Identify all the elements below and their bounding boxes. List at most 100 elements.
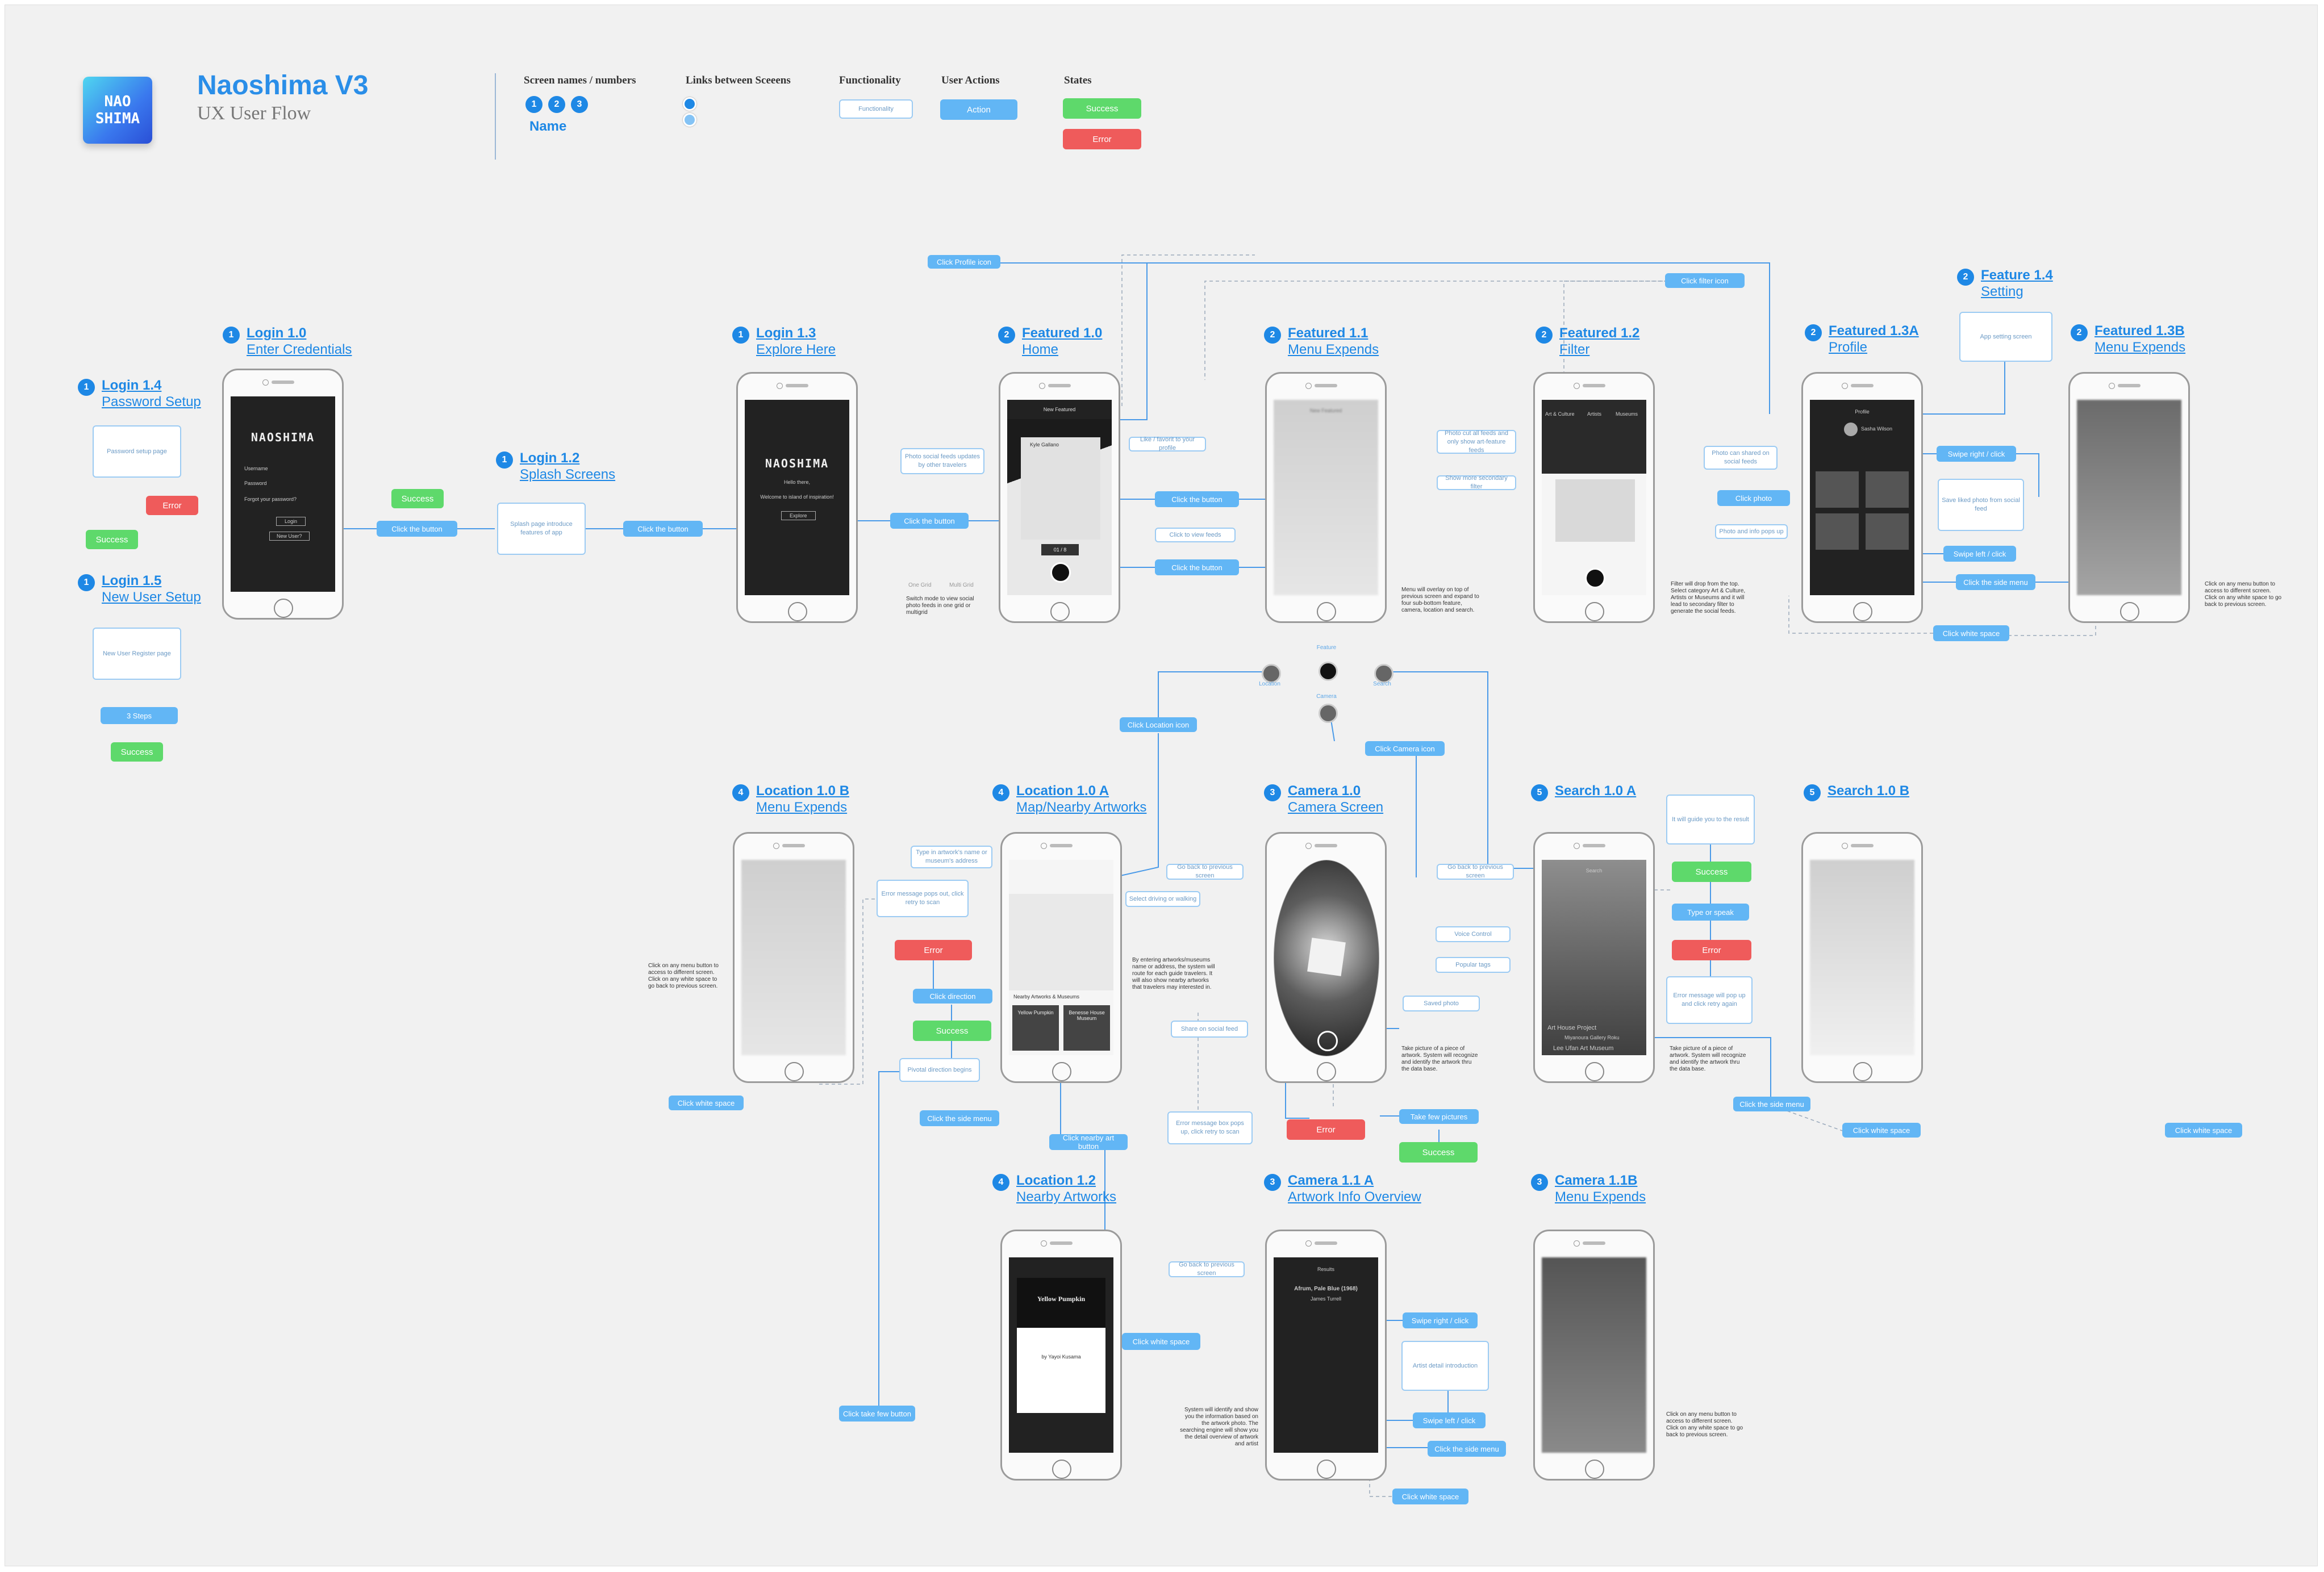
note-multi-grid: Multi Grid — [949, 582, 974, 588]
shutter-button[interactable] — [1317, 1031, 1338, 1051]
flow-connector — [1390, 671, 1542, 869]
feed-pager[interactable]: 01 / 8 — [1041, 544, 1079, 555]
explore-button[interactable]: Explore — [781, 511, 816, 520]
search-result[interactable]: Art House Project — [1547, 1025, 1596, 1031]
phone-camera-1-1b — [1533, 1230, 1655, 1481]
functionality-box: New User Register page — [93, 628, 181, 680]
home-button[interactable] — [1052, 1062, 1071, 1081]
screen-header: Results — [1317, 1266, 1334, 1272]
note-camera: Take picture of a piece of artwork. Syst… — [1401, 1046, 1478, 1072]
home-button[interactable] — [1585, 1460, 1604, 1479]
phone-location-1-2: Yellow Pumpkin by Yayoi Kusama — [1000, 1230, 1122, 1481]
success-state: Success — [1399, 1142, 1478, 1163]
menu-fab[interactable] — [1050, 562, 1071, 583]
action-box: Click white space — [1933, 625, 2009, 641]
success-state: Success — [86, 530, 138, 549]
search-result[interactable]: Miyanoura Gallery Roku — [1564, 1035, 1620, 1040]
location-icon-label: Location — [1259, 681, 1280, 687]
action-box: Click the button — [1155, 559, 1239, 575]
home-button[interactable] — [1853, 602, 1872, 621]
home-button[interactable] — [1050, 602, 1070, 621]
functionality-box: Saved photo — [1403, 996, 1480, 1011]
action-box: Click the button — [890, 513, 969, 529]
screen-header: New Featured — [1007, 400, 1112, 419]
home-button[interactable] — [274, 599, 293, 618]
action-box: Click white space — [1122, 1333, 1200, 1350]
phone-featured-1-0: New Featured Kyle Gallano 01 / 8 — [999, 372, 1120, 623]
functionality-box: Pivotal direction begins — [899, 1058, 980, 1082]
home-button[interactable] — [1853, 1062, 1872, 1081]
menu-fab[interactable] — [1585, 568, 1605, 588]
liked-photo[interactable] — [1866, 471, 1909, 508]
home-button[interactable] — [1317, 1062, 1336, 1081]
functionality-box: Type in artwork's name or museum's addre… — [911, 846, 992, 868]
action-box: Click the side menu — [1733, 1097, 1810, 1111]
home-button[interactable] — [1052, 1460, 1071, 1479]
legend-link-dot-alt — [683, 113, 696, 127]
functionality-box: App setting screen — [1959, 312, 2052, 362]
legend-action-sample: Action — [940, 99, 1017, 120]
functionality-box: Click to view feeds — [1155, 528, 1236, 542]
phone-camera-1-0 — [1265, 832, 1387, 1083]
header-divider — [495, 73, 496, 160]
home-button[interactable] — [1585, 602, 1604, 621]
username-field[interactable]: Username — [244, 466, 268, 471]
home-button[interactable] — [1585, 1062, 1604, 1081]
action-box: Click direction — [913, 989, 992, 1004]
liked-photo[interactable] — [1866, 513, 1909, 550]
filter-tab-art-culture[interactable]: Art & Culture — [1545, 411, 1575, 417]
legend-name-sample: Name — [529, 119, 567, 134]
screen-header: Search — [1586, 868, 1603, 873]
map-view[interactable] — [1009, 894, 1113, 990]
note-menu-buttons-3: Click on any menu button to access to di… — [1666, 1411, 1743, 1438]
functionality-box: Error message box pops up, click retry t… — [1167, 1111, 1253, 1144]
forgot-password-link[interactable]: Forgot your password? — [244, 496, 297, 502]
home-button[interactable] — [1317, 1460, 1336, 1479]
page-title: Naoshima V3 — [197, 70, 369, 101]
functionality-box: Photo and info pops up — [1715, 524, 1788, 539]
feed-photo[interactable] — [1021, 437, 1100, 540]
new-user-button[interactable]: New User? — [269, 532, 310, 541]
legend-functionality-sample: Functionality — [839, 99, 913, 119]
screen-brand: NAOSHIMA — [765, 457, 829, 470]
action-box: Click photo — [1717, 490, 1790, 506]
action-box: Click white space — [2165, 1123, 2242, 1138]
welcome-text: Welcome to island of inspiration! — [760, 494, 834, 500]
liked-photo[interactable] — [1816, 513, 1859, 550]
success-state: Success — [913, 1021, 991, 1041]
phone-camera-1-1a: Results Afrum, Pale Blue (1968) James Tu… — [1265, 1230, 1387, 1481]
action-box: Type or speak — [1672, 904, 1749, 921]
legend-functionality: Functionality — [839, 74, 901, 86]
liked-photo[interactable] — [1816, 471, 1859, 508]
location-icon[interactable] — [1262, 664, 1281, 683]
search-icon[interactable] — [1374, 664, 1393, 683]
flow-connector — [933, 956, 969, 989]
filter-tab-artists[interactable]: Artists — [1587, 411, 1601, 417]
login-button[interactable]: Login — [276, 517, 306, 526]
error-state: Error — [895, 940, 972, 960]
avatar — [1844, 423, 1858, 436]
phone-location-1-0b — [733, 832, 854, 1083]
home-button[interactable] — [785, 1062, 804, 1081]
action-box: Swipe right / click — [1937, 446, 2016, 462]
functionality-box: Select driving or walking — [1125, 891, 1200, 907]
flow-board: NAO SHIMA Naoshima V3 UX User Flow Scree… — [5, 5, 2318, 1566]
action-box: Click the button — [1155, 491, 1239, 507]
legend-links: Links between Sceeens — [686, 74, 791, 86]
search-result[interactable]: Lee Ufan Art Museum — [1553, 1045, 1613, 1052]
feed-photo — [1555, 479, 1635, 542]
home-button[interactable] — [2120, 602, 2139, 621]
password-field[interactable]: Password — [244, 480, 267, 486]
filter-tab-museums[interactable]: Museums — [1616, 411, 1638, 417]
feature-icon[interactable] — [1319, 662, 1338, 681]
artwork-title: Yellow Pumpkin — [1017, 1278, 1105, 1328]
nearby-card[interactable]: Yellow Pumpkin — [1012, 1005, 1059, 1051]
app-logo: NAO SHIMA — [83, 77, 152, 144]
home-button[interactable] — [1317, 602, 1336, 621]
camera-icon[interactable] — [1319, 704, 1338, 723]
action-box: Click take few button — [839, 1406, 915, 1422]
home-button[interactable] — [788, 602, 807, 621]
screen-header: Profile — [1855, 409, 1870, 415]
functionality-box: Show more secondary filter — [1437, 475, 1516, 490]
nearby-card[interactable]: Benesse House Museum — [1063, 1005, 1110, 1051]
